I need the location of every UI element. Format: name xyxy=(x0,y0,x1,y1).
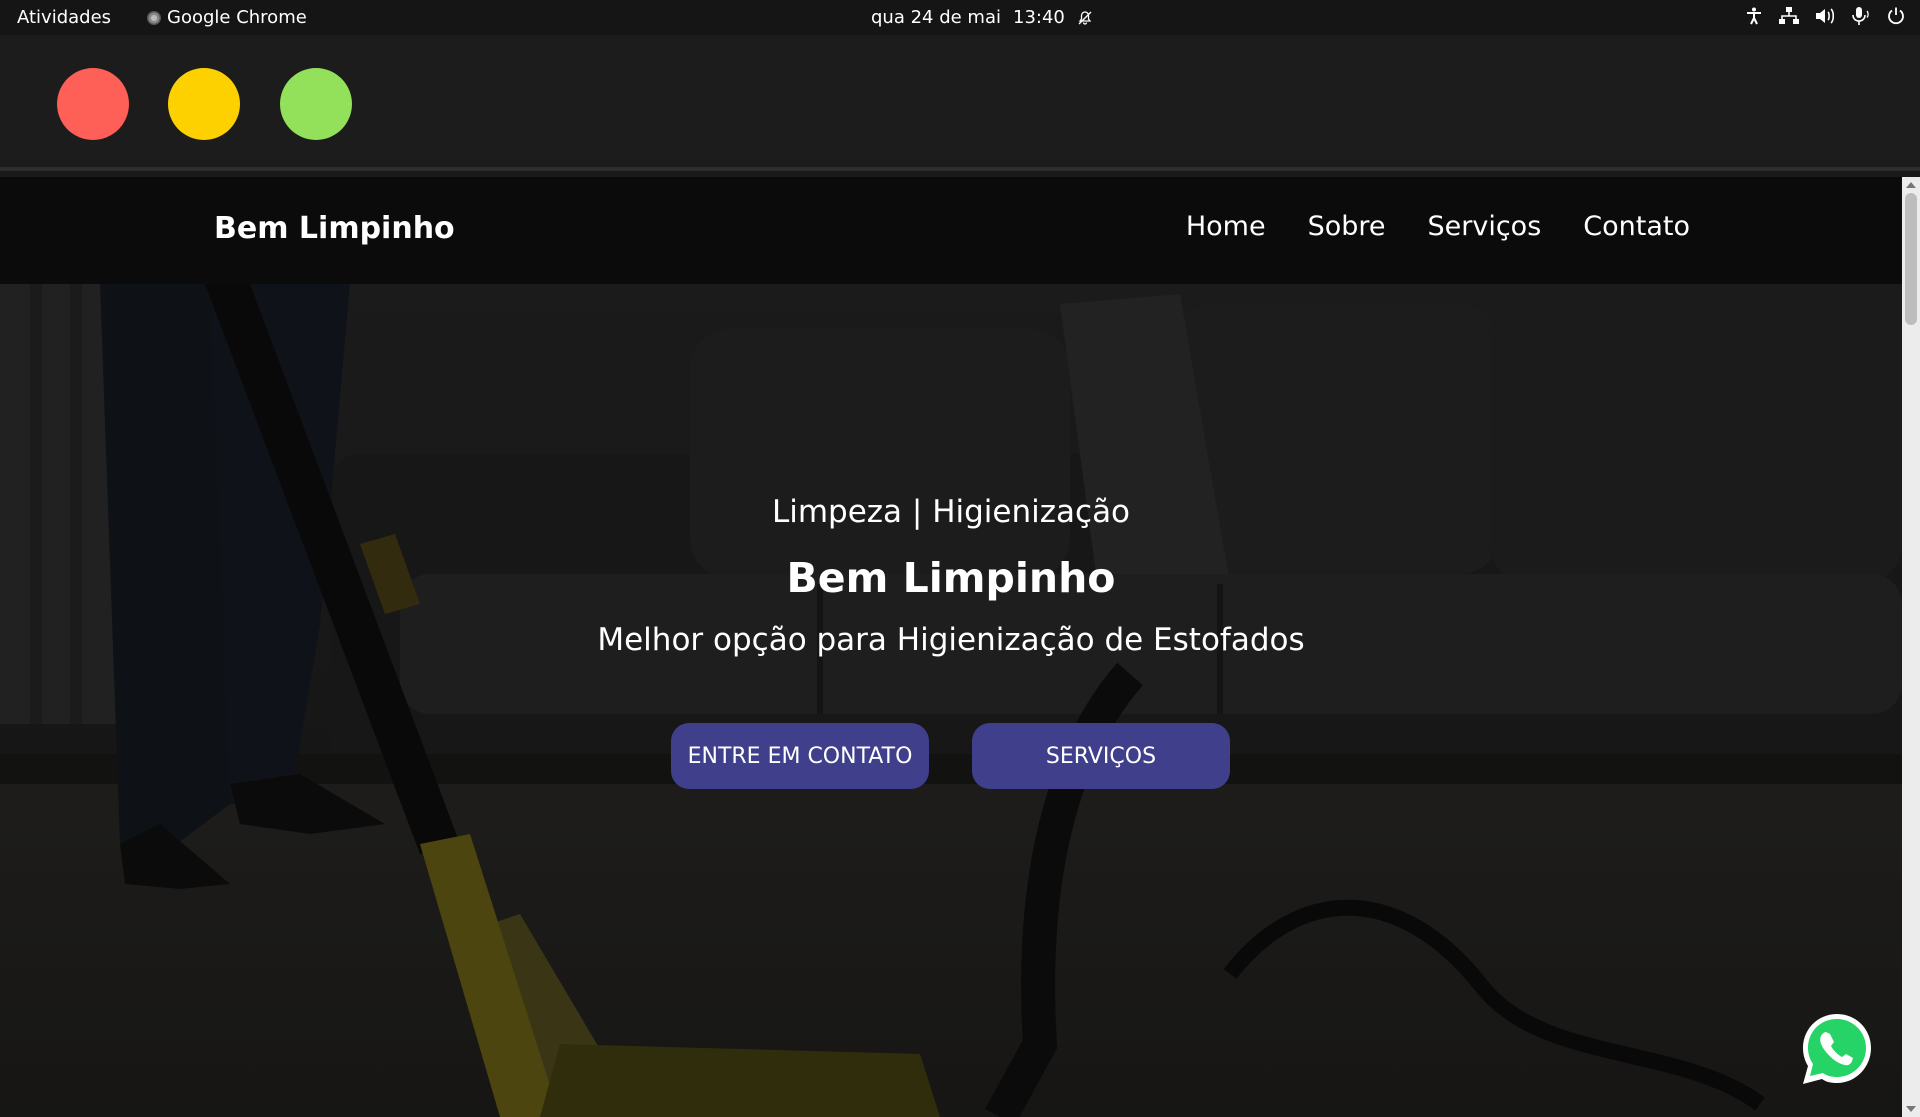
app-name: Google Chrome xyxy=(167,7,307,28)
network-icon[interactable] xyxy=(1778,6,1800,26)
services-button[interactable]: SERVIÇOS xyxy=(972,723,1230,789)
date-text: qua 24 de mai xyxy=(871,7,1001,28)
hero-title: Bem Limpinho xyxy=(786,554,1116,602)
notifications-muted-icon xyxy=(1077,10,1093,26)
nav-sobre[interactable]: Sobre xyxy=(1308,211,1386,242)
app-menu[interactable]: Google Chrome xyxy=(147,7,307,28)
maximize-window-button[interactable] xyxy=(280,68,352,140)
contact-button[interactable]: ENTRE EM CONTATO xyxy=(671,723,929,789)
hero-section: Limpeza | Higienização Bem Limpinho Melh… xyxy=(0,284,1902,1117)
chrome-icon xyxy=(147,10,161,25)
microphone-icon[interactable] xyxy=(1850,6,1872,26)
nav-links: Home Sobre Serviços Contato xyxy=(1186,211,1690,242)
nav-servicos[interactable]: Serviços xyxy=(1428,211,1542,242)
scrollbar-thumb[interactable] xyxy=(1905,193,1917,325)
scroll-down-icon[interactable] xyxy=(1906,1106,1916,1112)
scroll-up-icon[interactable] xyxy=(1906,182,1916,188)
brand-logo[interactable]: Bem Limpinho xyxy=(214,211,455,246)
nav-contato[interactable]: Contato xyxy=(1583,211,1690,242)
os-topbar: Atividades Google Chrome qua 24 de mai 1… xyxy=(0,0,1920,37)
browser-viewport: Bem Limpinho Home Sobre Serviços Contato xyxy=(0,177,1902,1117)
power-icon[interactable] xyxy=(1886,6,1906,26)
minimize-window-button[interactable] xyxy=(168,68,240,140)
system-tray[interactable] xyxy=(1744,6,1906,26)
volume-icon[interactable] xyxy=(1814,6,1836,26)
close-window-button[interactable] xyxy=(57,68,129,140)
clock[interactable]: qua 24 de mai 13:40 xyxy=(871,7,1093,28)
hero-background-image xyxy=(0,284,1902,1117)
page-scrollbar[interactable] xyxy=(1902,177,1920,1117)
activities-button[interactable]: Atividades xyxy=(17,7,111,28)
site-navbar: Bem Limpinho Home Sobre Serviços Contato xyxy=(0,177,1902,284)
nav-home[interactable]: Home xyxy=(1186,211,1266,242)
whatsapp-button[interactable] xyxy=(1798,1010,1876,1088)
time-text: 13:40 xyxy=(1013,7,1065,28)
hero-subtitle: Melhor opção para Higienização de Estofa… xyxy=(597,622,1305,658)
accessibility-icon[interactable] xyxy=(1744,6,1764,26)
whatsapp-icon xyxy=(1803,1014,1871,1084)
window-titlebar xyxy=(0,35,1920,171)
hero-eyebrow: Limpeza | Higienização xyxy=(771,494,1131,530)
